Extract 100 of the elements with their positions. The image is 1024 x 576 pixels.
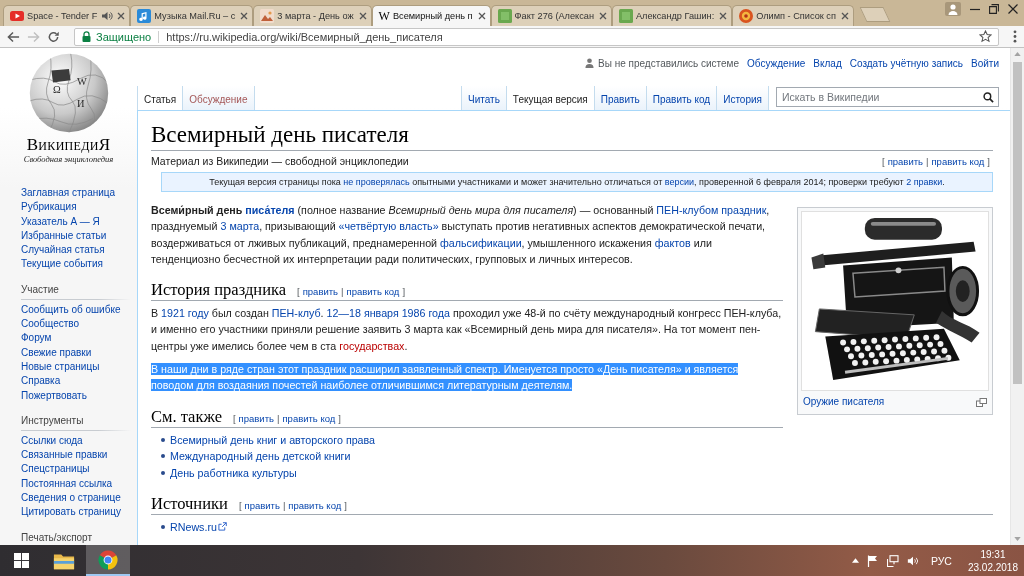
portal-heading[interactable]: Участие xyxy=(21,282,59,296)
external-link-icon xyxy=(217,522,227,532)
edit-link[interactable]: править xyxy=(887,156,923,167)
flag-icon[interactable] xyxy=(866,554,879,567)
review-notice: Текущая версия страницы пока не проверялась опытными участниками и может значительно отличаться от версии, проверенной 6 февраля 2014; проверки требуют 2 правки. xyxy=(161,172,993,192)
restore-icon[interactable] xyxy=(989,4,999,14)
article-link[interactable]: фактов xyxy=(654,236,691,249)
sidebar-link[interactable]: Указатель А — Я xyxy=(21,214,100,229)
view-tab[interactable]: Править xyxy=(593,86,646,110)
sidebar-link[interactable]: Сообщить об ошибке xyxy=(21,302,121,318)
image-caption[interactable]: Оружие писателя xyxy=(803,396,885,408)
browser-tab[interactable]: 3 марта - День ож xyxy=(253,5,372,26)
close-icon[interactable] xyxy=(358,12,367,20)
account-link[interactable]: Обсуждение xyxy=(747,57,806,69)
browser-icon xyxy=(97,549,119,570)
close-icon[interactable] xyxy=(840,12,849,20)
article-link[interactable]: не проверялась xyxy=(343,177,410,187)
url-text: https://ru.wikipedia.org/wiki/Всемирный_день_писателя xyxy=(166,30,443,43)
typewriter-drawing[interactable] xyxy=(801,211,989,391)
article-link[interactable]: День работника культуры xyxy=(170,466,297,479)
article-link[interactable]: ПЕН-клуб xyxy=(271,307,321,320)
close-icon[interactable] xyxy=(477,12,486,20)
edit-link[interactable]: править xyxy=(238,412,274,424)
sidebar-link[interactable]: Избранные статьи xyxy=(21,228,107,244)
portal-heading[interactable]: Печать/экспорт xyxy=(21,530,93,544)
sidebar-link[interactable]: Связанные правки xyxy=(21,448,108,463)
portal-heading[interactable]: Инструменты xyxy=(21,413,84,427)
article-link[interactable]: «четвёртую власть» xyxy=(338,220,439,233)
sidebar-link[interactable]: Сведения о странице xyxy=(21,491,121,506)
sidebar-link[interactable]: Спецстраницы xyxy=(21,462,90,477)
sidebar-link[interactable]: Новые страницы xyxy=(21,359,100,375)
article-link[interactable]: писа́теля xyxy=(245,204,295,216)
account-link[interactable]: Войти xyxy=(971,57,999,69)
scrollbar[interactable] xyxy=(1010,48,1024,545)
article-link[interactable]: 12—18 января 1986 года xyxy=(326,307,450,320)
input-language[interactable]: РУС xyxy=(930,554,952,567)
clock-time[interactable]: 19:31 xyxy=(980,547,1006,561)
scrollbar-thumb[interactable] xyxy=(1013,62,1022,384)
external-link[interactable]: RNews.ru xyxy=(170,521,227,534)
browser-tab[interactable]: W Всемирный день п xyxy=(371,5,491,26)
paragraph: В 1921 году был создан ПЕН-клуб. 12—18 января 1986 года проходил уже 48-й по счёту международный конгресс ПЕН-клуба, и именно его участники приняли решение заявить 3 марта как «Всемирный день мира для писателя». На тот момент пен-центры уже имелись более чем в ста государствах. xyxy=(151,306,783,354)
volume-icon[interactable] xyxy=(906,554,919,567)
edit-link[interactable]: править xyxy=(302,286,339,298)
edit-link[interactable]: править код xyxy=(282,412,336,424)
sidebar-link[interactable]: Ссылки сюда xyxy=(21,433,83,449)
account-link[interactable]: Создать учётную запись xyxy=(849,57,963,69)
close-icon[interactable] xyxy=(240,12,249,20)
article-link[interactable]: Международный день детской книги xyxy=(170,450,351,463)
sidebar-link[interactable]: Пожертвовать xyxy=(21,388,87,403)
sidebar-link[interactable]: Постоянная ссылка xyxy=(21,476,113,492)
article-link[interactable]: 1921 году xyxy=(161,307,209,320)
view-tab[interactable]: Читать xyxy=(461,86,506,110)
close-icon[interactable] xyxy=(599,12,607,20)
page-tab[interactable]: Обсуждение xyxy=(182,86,255,110)
clock-date[interactable]: 23.02.2018 xyxy=(967,560,1018,574)
profile-icon[interactable] xyxy=(945,2,961,16)
edit-link[interactable]: править xyxy=(244,500,280,512)
browser-tab[interactable]: Space - Tender F xyxy=(3,5,131,26)
puzzle-globe-drawing[interactable]: Ω W И xyxy=(28,53,109,133)
reload-icon xyxy=(46,30,60,43)
address-bar[interactable]: Защищено https://ru.wikipedia.org/wiki/Всемирный_день_писателя xyxy=(74,27,999,46)
browser-tab[interactable]: Александр Гашин: xyxy=(612,5,733,26)
view-tab[interactable]: Править код xyxy=(645,86,717,110)
logo-wordmark[interactable]: ВикипедиЯ xyxy=(26,136,111,154)
sidebar-link[interactable]: Текущие события xyxy=(21,257,103,272)
account-link[interactable]: Вклад xyxy=(813,57,842,69)
sidebar-link[interactable]: Форум xyxy=(21,331,52,346)
browser-tab[interactable]: Олимп - Список сп xyxy=(732,5,854,26)
network-icon[interactable] xyxy=(886,554,899,567)
tile-icon xyxy=(497,9,512,23)
sidebar-link[interactable]: Сообщество xyxy=(21,317,80,332)
edit-link[interactable]: править код xyxy=(288,500,342,512)
sidebar-link[interactable]: Заглавная страница xyxy=(21,186,116,201)
sidebar-link[interactable]: Свежие правки xyxy=(21,345,92,360)
view-tab[interactable]: История xyxy=(716,86,769,110)
lock-icon xyxy=(82,31,91,42)
article-link[interactable]: фальсификации xyxy=(440,236,522,249)
search-field[interactable]: Искать в Википедии xyxy=(776,87,999,107)
sidebar-link[interactable]: Цитировать страницу xyxy=(21,505,121,520)
caret-up-icon[interactable] xyxy=(851,558,859,563)
close-icon[interactable] xyxy=(719,12,728,20)
sidebar-link[interactable]: Случайная статья xyxy=(21,243,105,258)
taskbar-app[interactable] xyxy=(86,545,130,576)
close-icon[interactable] xyxy=(117,12,126,20)
sidebar-link[interactable]: Рубрикация xyxy=(21,200,77,215)
edit-bracket: [ xyxy=(232,412,236,424)
edit-link[interactable]: править код xyxy=(346,286,400,298)
star-icon[interactable] xyxy=(979,30,992,43)
edit-link[interactable]: править код xyxy=(931,156,985,167)
browser-tab[interactable]: Музыка Mail.Ru – с xyxy=(130,5,254,26)
enlarge-icon[interactable] xyxy=(976,397,987,407)
search-icon[interactable] xyxy=(983,91,994,103)
login-status: Вы не представились системе xyxy=(598,57,740,69)
edit-separator: | xyxy=(341,286,344,298)
article-link[interactable]: Всемирный день книг и авторского права xyxy=(170,433,376,446)
speaker-icon[interactable] xyxy=(101,11,114,21)
browser-tab[interactable]: Факт 276 (Алексан xyxy=(490,5,612,26)
sidebar-link[interactable]: Справка xyxy=(21,374,61,389)
close-icon[interactable] xyxy=(1008,4,1018,14)
security-label: Защищено xyxy=(96,30,152,43)
